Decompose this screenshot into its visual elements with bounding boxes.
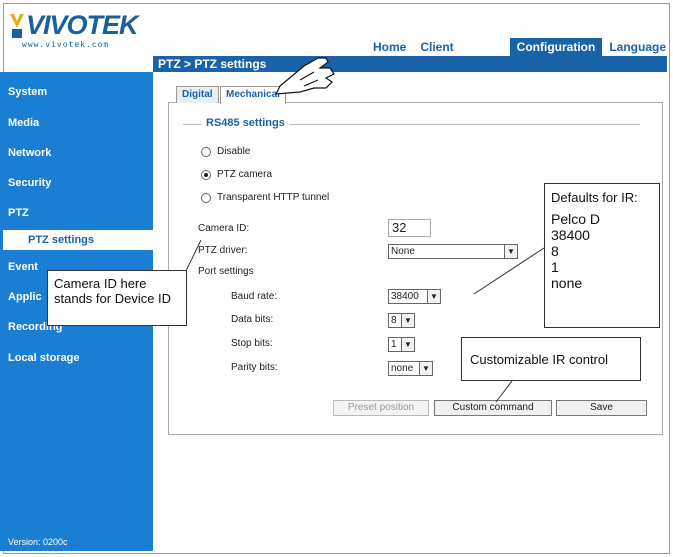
fieldset-line-right: [290, 124, 640, 125]
defaults-value-protocol: Pelco D: [551, 211, 601, 227]
camera-id-callout: Camera ID here stands for Device ID: [47, 270, 187, 326]
custom-ir-note: Customizable IR control: [470, 352, 608, 367]
nav-client-settings[interactable]: Client settings: [413, 38, 509, 72]
sidebar-item-system[interactable]: System: [8, 86, 47, 98]
ptz-driver-select[interactable]: None ▼: [388, 244, 518, 259]
ptz-driver-value: None: [391, 246, 415, 257]
radio-ptz-camera-label: PTZ camera: [217, 169, 273, 180]
sidebar-item-local-storage[interactable]: Local storage: [8, 352, 80, 364]
chevron-down-icon: ▼: [419, 362, 432, 375]
sidebar-item-media[interactable]: Media: [8, 117, 39, 129]
radio-disable[interactable]: [201, 147, 211, 157]
ptz-driver-label: PTZ driver:: [198, 245, 248, 256]
nav-home[interactable]: Home: [366, 38, 413, 56]
sidebar-item-ptz-settings[interactable]: PTZ settings: [3, 230, 153, 250]
vivotek-logo[interactable]: VIVOTEK www.vivotek.com: [8, 10, 148, 50]
logo-text: VIVOTEK: [26, 10, 139, 40]
chevron-down-icon: ▼: [401, 314, 414, 327]
defaults-callout: Defaults for IR: Pelco D 38400 8 1 none: [544, 183, 660, 328]
baud-rate-value: 38400: [391, 291, 419, 302]
data-bits-select[interactable]: 8 ▼: [388, 313, 415, 328]
nav-configuration[interactable]: Configuration: [509, 38, 603, 56]
defaults-value-baud: 38400: [551, 227, 590, 243]
logo-url: www.vivotek.com: [22, 40, 110, 49]
top-nav: Home Client settings Configuration Langu…: [366, 38, 673, 72]
rs485-legend: RS485 settings: [206, 117, 285, 129]
baud-rate-label: Baud rate:: [231, 291, 278, 302]
defaults-value-parity: none: [551, 275, 583, 291]
sidebar-item-ptz[interactable]: PTZ: [8, 207, 29, 219]
parity-bits-select[interactable]: none ▼: [388, 361, 433, 376]
fieldset-line-left: [183, 124, 201, 125]
baud-rate-select[interactable]: 38400 ▼: [388, 289, 441, 304]
nav-language[interactable]: Language: [602, 38, 673, 56]
sidebar-item-event[interactable]: Event: [8, 261, 38, 273]
radio-ptz-camera[interactable]: [201, 170, 211, 180]
preset-position-button[interactable]: Preset position: [333, 400, 429, 416]
chevron-down-icon: ▼: [401, 338, 414, 351]
stop-bits-label: Stop bits:: [231, 338, 273, 349]
tab-mechanical[interactable]: Mechanical: [220, 86, 286, 104]
radio-disable-label: Disable: [217, 146, 251, 157]
sidebar-sub-label: PTZ settings: [28, 234, 95, 246]
camera-id-note-line2: stands for Device ID: [54, 291, 172, 306]
custom-command-button[interactable]: Custom command: [434, 400, 552, 416]
sidebar-item-network[interactable]: Network: [8, 147, 51, 159]
radio-transparent-label: Transparent HTTP tunnel: [217, 192, 330, 203]
data-bits-value: 8: [391, 315, 397, 326]
page-title: PTZ > PTZ settings: [158, 57, 267, 71]
parity-bits-value: none: [391, 363, 414, 374]
defaults-value-stop-bits: 1: [551, 259, 559, 275]
camera-id-note-line1: Camera ID here: [54, 276, 147, 291]
save-button[interactable]: Save: [556, 400, 647, 416]
sidebar-item-security[interactable]: Security: [8, 177, 51, 189]
radio-transparent-http-tunnel[interactable]: [201, 193, 211, 203]
parity-bits-label: Parity bits:: [231, 362, 278, 373]
defaults-value-data-bits: 8: [551, 243, 559, 259]
logo-mark-icon: [10, 14, 24, 38]
stop-bits-select[interactable]: 1 ▼: [388, 337, 415, 352]
page-title-bar: PTZ > PTZ settings: [153, 56, 667, 72]
defaults-title: Defaults for IR:: [551, 190, 638, 205]
camera-id-label: Camera ID:: [198, 223, 250, 234]
custom-ir-callout: Customizable IR control: [461, 337, 641, 381]
sidebar-item-applications[interactable]: Applic: [8, 291, 42, 303]
tab-digital[interactable]: Digital: [176, 86, 219, 103]
version-label: Version: 0200c: [8, 537, 68, 547]
port-settings-label: Port settings: [198, 266, 254, 277]
chevron-down-icon: ▼: [504, 245, 517, 258]
chevron-down-icon: ▼: [427, 290, 440, 303]
camera-id-input[interactable]: 32: [388, 219, 431, 237]
stop-bits-value: 1: [391, 339, 397, 350]
data-bits-label: Data bits:: [231, 314, 274, 325]
